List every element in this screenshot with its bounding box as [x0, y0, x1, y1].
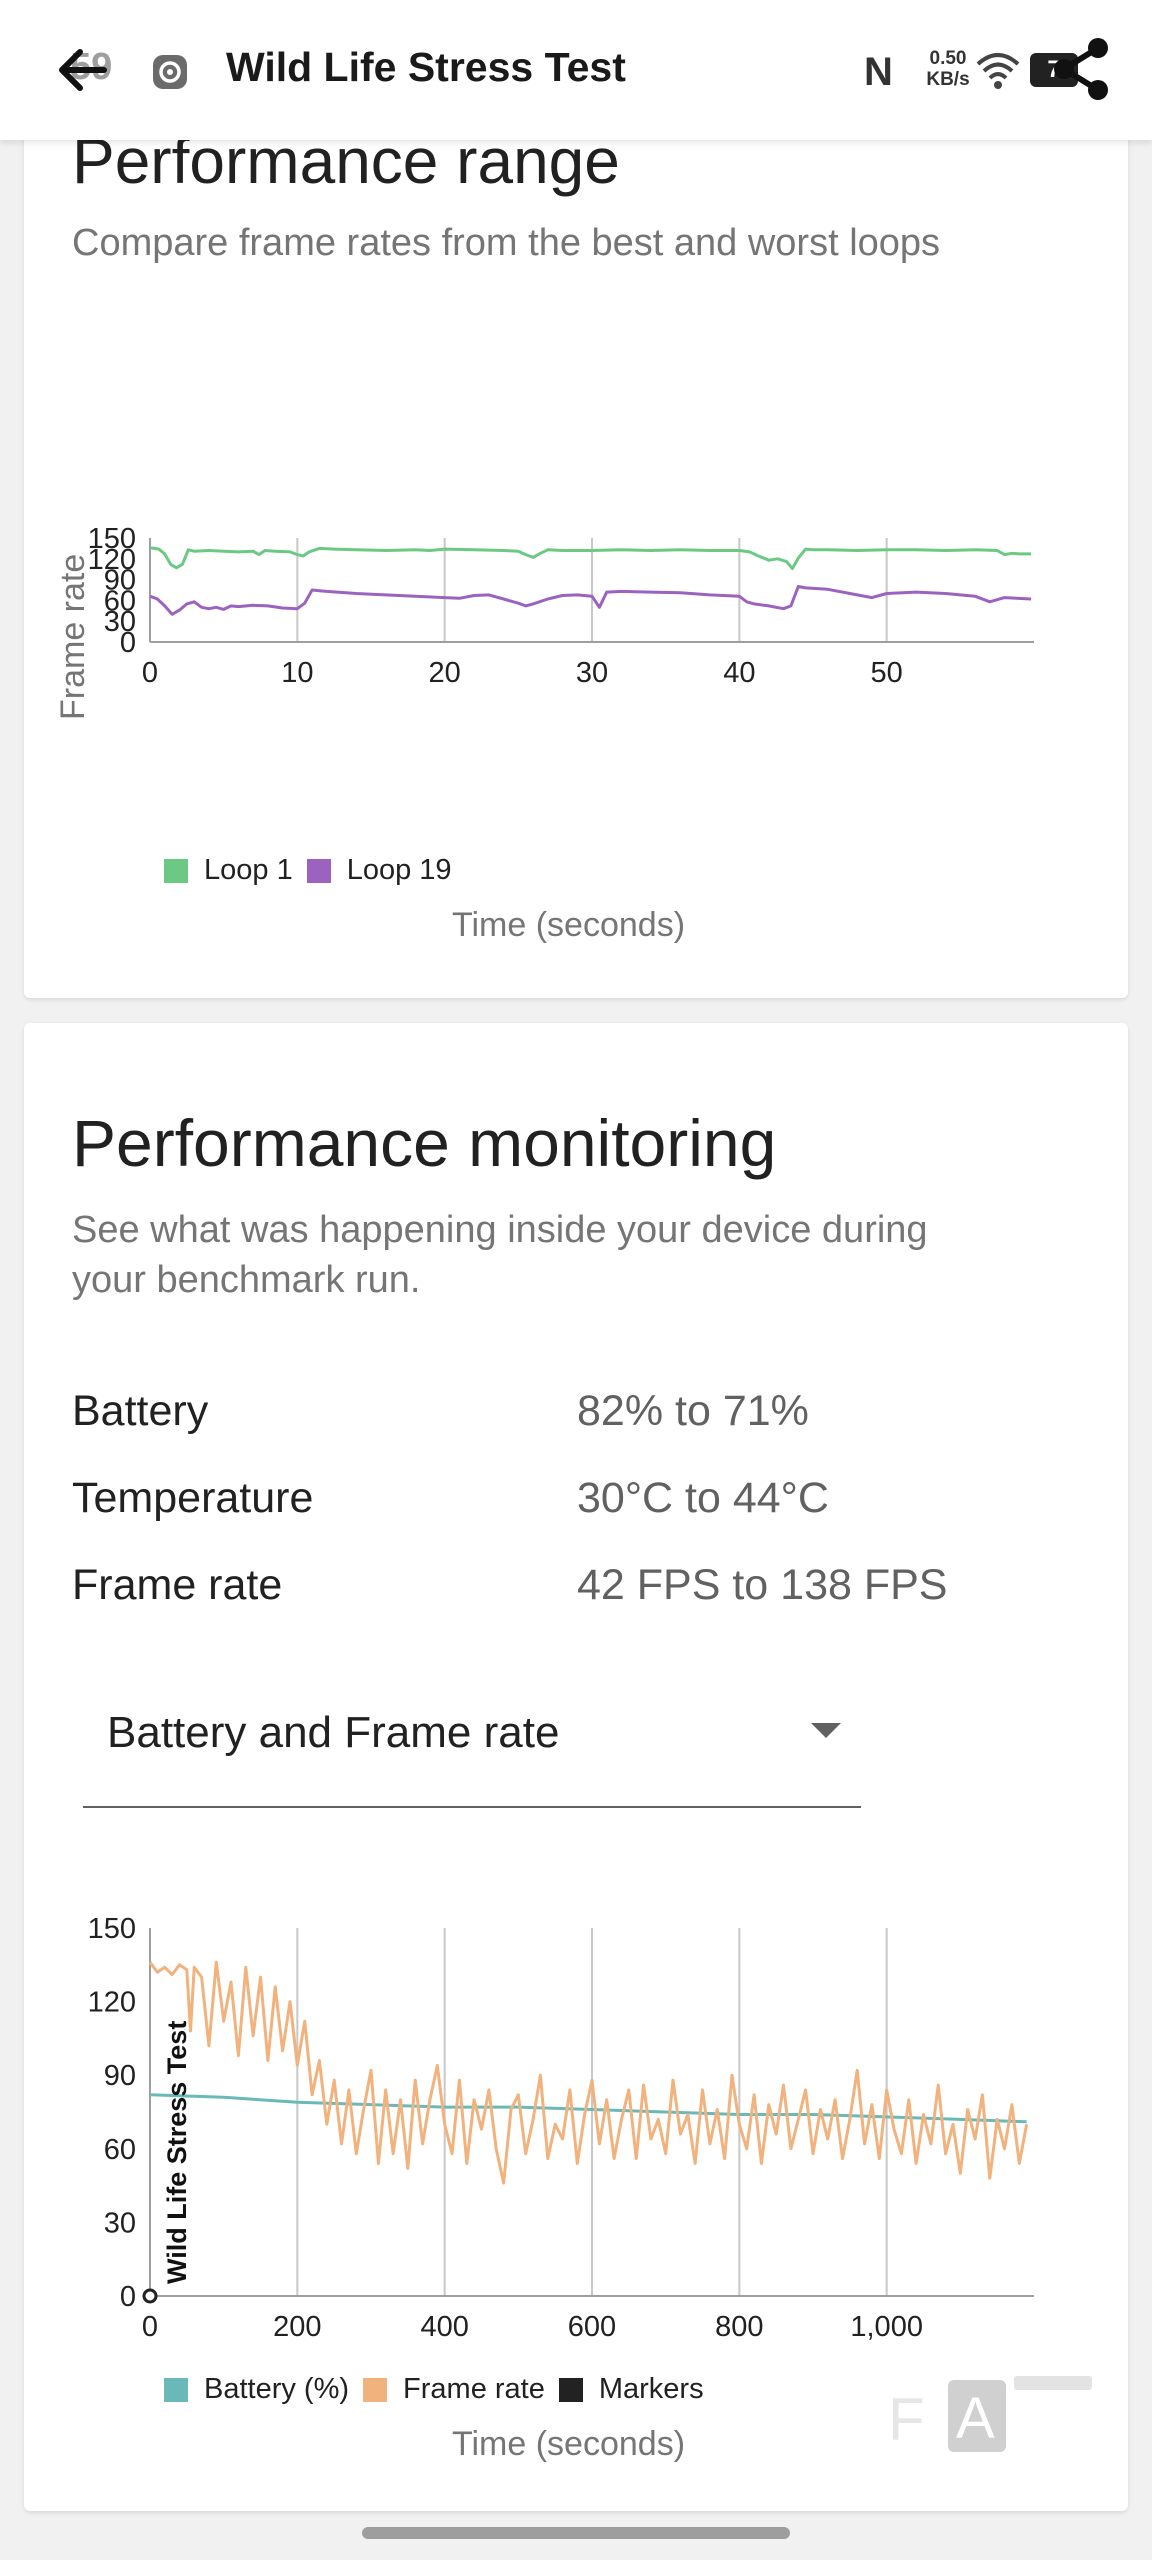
legend-label-frame-rate: Frame rate	[403, 2373, 545, 2405]
y-tick-label: 30	[104, 2207, 136, 2239]
marker-point	[142, 2288, 158, 2304]
legend-swatch-loop19	[306, 858, 331, 883]
marker-label: Wild Life Stress Test	[162, 2021, 192, 2284]
y-tick-label: 0	[120, 2281, 136, 2313]
stat-value-temperature: 30°C to 44°C	[577, 1474, 829, 1522]
chart2-x-axis-title: Time (seconds)	[452, 2425, 686, 2463]
network-speed: 0.50 KB/s	[918, 48, 978, 90]
chart2-legend: Battery (%) Frame rate Markers	[164, 2373, 718, 2406]
y-tick-label: 120	[88, 1987, 136, 2019]
battery-frame-rate-chart: 0 200 400 600 800 1,000 0 30 60 90 120 150 Wild Life…	[88, 1913, 1034, 2343]
settings-gear-icon	[153, 55, 187, 89]
network-speed-value: 0.50	[929, 48, 967, 69]
nfc-icon: N	[864, 50, 893, 94]
stat-value-frame-rate: 42 FPS to 138 FPS	[577, 1561, 948, 1609]
legend-item-loop1: Loop 1	[164, 854, 293, 887]
svg-text:A: A	[956, 2386, 995, 2451]
legend-label-loop1: Loop 1	[204, 854, 293, 886]
chart1-legend: Loop 1 Loop 19	[164, 854, 466, 887]
legend-label-markers: Markers	[598, 2373, 704, 2405]
x-tick-label: 10	[281, 657, 313, 689]
series-line-loop-19	[149, 585, 1032, 616]
performance-range-card: Performance range Compare frame rates fr…	[24, 120, 1128, 998]
legend-item-loop19: Loop 19	[306, 854, 452, 887]
gsmarena-watermark-logo: F A	[888, 2376, 1092, 2453]
app-bar: 59 Wild Life Stress Test N 0.50 KB/s 7	[0, 0, 1152, 140]
x-tick-label: 200	[273, 2311, 321, 2343]
dropdown-caret-icon[interactable]	[811, 1723, 841, 1738]
wifi-icon	[976, 53, 1020, 89]
x-tick-label: 400	[420, 2311, 468, 2343]
legend-item-battery: Battery (%)	[164, 2373, 349, 2406]
x-tick-label: 1,000	[850, 2311, 923, 2343]
chart1-x-axis-title: Time (seconds)	[452, 906, 686, 944]
frame-rate-chart: 0 10 20 30 40 500306090120150	[88, 523, 1034, 689]
y-tick-label: 60	[104, 2134, 136, 2166]
stat-label-frame-rate: Frame rate	[72, 1561, 283, 1609]
chart-type-dropdown[interactable]: Battery and Frame rate	[83, 1668, 861, 1808]
stat-label-battery: Battery	[72, 1387, 209, 1435]
dropdown-selected-value: Battery and Frame rate	[107, 1708, 560, 1757]
x-tick-label: 800	[715, 2311, 763, 2343]
performance-monitoring-subtitle-line2: your benchmark run.	[72, 1259, 421, 1301]
chart1-y-axis-title: Frame rate	[54, 553, 92, 720]
performance-range-subtitle: Compare frame rates from the best and wo…	[72, 222, 941, 264]
x-tick-label: 40	[723, 657, 755, 689]
y-tick-label: 90	[104, 2060, 136, 2092]
network-speed-unit: KB/s	[926, 69, 970, 90]
legend-swatch-markers	[558, 2377, 583, 2402]
legend-item-frame-rate: Frame rate	[363, 2373, 545, 2406]
x-tick-label: 20	[429, 657, 461, 689]
x-tick-label: 30	[576, 657, 608, 689]
legend-swatch-battery	[164, 2377, 188, 2402]
series-line-loop-1	[149, 546, 1032, 570]
x-tick-label: 600	[568, 2311, 616, 2343]
x-tick-label: 0	[142, 657, 158, 689]
y-tick-label: 150	[88, 523, 136, 555]
legend-label-loop19: Loop 19	[346, 854, 452, 886]
performance-monitoring-subtitle-line1: See what was happening inside your devic…	[72, 1209, 928, 1251]
legend-label-battery: Battery (%)	[204, 2373, 350, 2405]
legend-swatch-frame-rate	[363, 2377, 388, 2402]
performance-monitoring-title: Performance monitoring	[72, 1106, 777, 1180]
stat-value-battery: 82% to 71%	[577, 1387, 809, 1435]
app-title: Wild Life Stress Test	[226, 44, 626, 90]
x-tick-label: 50	[871, 657, 903, 689]
share-icon[interactable]	[1048, 36, 1114, 102]
y-tick-label: 150	[88, 1913, 136, 1945]
legend-swatch-loop1	[164, 858, 188, 883]
legend-item-markers: Markers	[558, 2373, 704, 2406]
svg-text:F: F	[888, 2386, 925, 2453]
x-tick-label: 0	[142, 2311, 158, 2343]
back-arrow-icon[interactable]	[52, 38, 116, 102]
gesture-home-bar[interactable]	[362, 2527, 790, 2539]
series-line-frame-rate	[148, 1960, 1029, 2185]
stat-label-temperature: Temperature	[72, 1474, 314, 1522]
